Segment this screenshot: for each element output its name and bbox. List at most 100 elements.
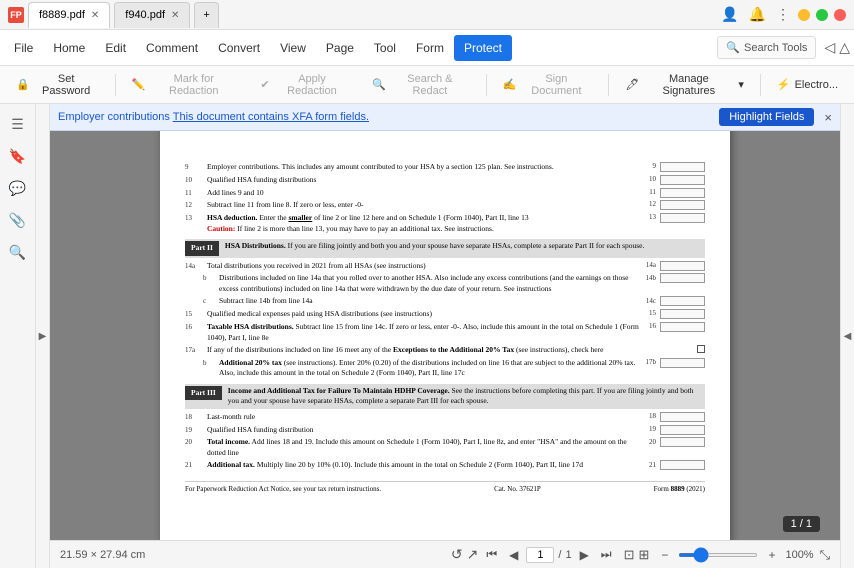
tab-f8889-close[interactable]: ✕: [91, 10, 99, 21]
sidebar-bookmarks-icon[interactable]: 🔖: [6, 144, 30, 168]
field-11: [660, 188, 705, 198]
notification-icon[interactable]: 🔔: [749, 6, 766, 23]
pdf-footer: For Paperwork Reduction Act Notice, see …: [185, 481, 705, 495]
forward-nav-icon[interactable]: △: [839, 39, 850, 56]
field-12: [660, 200, 705, 210]
menu-form[interactable]: Form: [406, 35, 454, 61]
form-number: Form 8889 (2021): [654, 485, 705, 495]
table-row: 17a If any of the distributions included…: [185, 345, 705, 356]
table-row: 12 Subtract line 11 from line 8. If zero…: [185, 200, 705, 211]
current-page-input[interactable]: [526, 547, 554, 563]
field-17b: [660, 358, 705, 368]
table-row: 11 Add lines 9 and 10 11: [185, 188, 705, 199]
field-10: [660, 175, 705, 185]
search-redact-icon: 🔍: [372, 78, 386, 91]
protect-toolbar: 🔒 Set Password ✏️ Mark for Redaction ✔ A…: [0, 66, 854, 104]
zoom-in-button[interactable]: +: [764, 546, 779, 564]
part2-header: Part II: [185, 241, 219, 256]
page-badge: 1 / 1: [783, 516, 820, 532]
profile-icon[interactable]: 👤: [721, 6, 738, 23]
table-row: 14a Total distributions you received in …: [185, 261, 705, 272]
fit-view-icon[interactable]: ⤡: [820, 547, 830, 563]
toolbar-separator-4: [760, 74, 761, 96]
prev-page-button[interactable]: ◀: [505, 546, 522, 564]
highlight-fields-button[interactable]: Highlight Fields: [719, 108, 814, 126]
close-button[interactable]: [834, 9, 846, 21]
set-password-button[interactable]: 🔒 Set Password: [8, 69, 107, 101]
tab-f940[interactable]: f940.pdf ✕: [114, 2, 190, 28]
left-collapse-arrow[interactable]: ▶: [36, 104, 50, 568]
right-collapse-arrow[interactable]: ◀: [840, 104, 854, 568]
table-row: 19 Qualified HSA funding distribution 19: [185, 425, 705, 436]
mark-icon: ✏️: [132, 78, 146, 91]
menu-file[interactable]: File: [4, 35, 43, 61]
dropdown-icon: ▾: [738, 78, 744, 91]
bottom-center: ↺ ↗ ⏮ ◀ / 1 ▶ ⏭ ⊡ ⊞: [451, 545, 650, 564]
menu-comment[interactable]: Comment: [136, 35, 208, 61]
table-row: 16 Taxable HSA distributions. Subtract l…: [185, 322, 705, 343]
manage-signatures-button[interactable]: 🖊 Manage Signatures ▾: [617, 69, 752, 101]
menu-edit[interactable]: Edit: [95, 35, 136, 61]
first-page-button[interactable]: ⏮: [482, 545, 501, 564]
mark-redaction-button[interactable]: ✏️ Mark for Redaction: [124, 69, 247, 101]
total-pages: 1: [565, 549, 571, 561]
field-14c: [660, 296, 705, 306]
menu-protect[interactable]: Protect: [454, 35, 512, 61]
app-icon: FP: [8, 7, 24, 23]
next-page-button[interactable]: ▶: [576, 546, 593, 564]
tab-f8889-label: f8889.pdf: [39, 9, 85, 21]
menu-view[interactable]: View: [270, 35, 316, 61]
table-row: 18 Last-month rule 18: [185, 412, 705, 423]
search-redact-button[interactable]: 🔍 Search & Redact: [364, 69, 477, 101]
table-row: b Distributions included on line 14a tha…: [185, 273, 705, 294]
field-14a: [660, 261, 705, 271]
menu-tool[interactable]: Tool: [364, 35, 406, 61]
menu-page[interactable]: Page: [316, 35, 364, 61]
pdf-page: 9 Employer contributions. This includes …: [160, 114, 730, 540]
sidebar: ☰ 🔖 💬 📎 🔍: [0, 104, 36, 568]
table-row: 15 Qualified medical expenses paid using…: [185, 309, 705, 320]
part3-header-row: Part III Income and Additional Tax for F…: [185, 384, 705, 409]
cursor-tool-icon[interactable]: ↺: [451, 546, 463, 563]
more-options-icon[interactable]: ⋮: [776, 6, 790, 23]
fit-page-icon[interactable]: ⊡: [624, 547, 635, 563]
zoom-slider[interactable]: [678, 553, 758, 557]
back-nav-icon[interactable]: ◁: [824, 39, 835, 56]
tab-f8889[interactable]: f8889.pdf ✕: [28, 2, 110, 28]
electronic-button[interactable]: ⚡ Electro...: [769, 74, 846, 95]
minimize-button[interactable]: [798, 9, 810, 21]
sign-document-button[interactable]: ✍ Sign Document: [495, 69, 601, 101]
sidebar-search-icon[interactable]: 🔍: [6, 240, 30, 264]
pdf-container[interactable]: Employer contributions This document con…: [50, 104, 840, 540]
maximize-button[interactable]: [816, 9, 828, 21]
fit-width-icon[interactable]: ⊞: [639, 547, 650, 563]
xfa-close-button[interactable]: ×: [824, 110, 832, 125]
toolbar-separator-1: [115, 74, 116, 96]
new-tab-btn[interactable]: +: [194, 2, 218, 28]
table-row: 21 Additional tax. Multiply line 20 by 1…: [185, 460, 705, 471]
xfa-notification-bar: Employer contributions This document con…: [50, 104, 840, 131]
bottom-bar: 21.59 × 27.94 cm ↺ ↗ ⏮ ◀ / 1 ▶ ⏭ ⊡ ⊞ − +…: [50, 540, 840, 568]
search-tools-button[interactable]: 🔍 Search Tools: [717, 36, 816, 59]
tab-f940-label: f940.pdf: [125, 9, 165, 21]
pointer-tool-icon[interactable]: ↗: [467, 546, 479, 563]
table-row: c Subtract line 14b from line 14a 14c: [185, 296, 705, 307]
window-controls: [798, 9, 846, 21]
sidebar-attachments-icon[interactable]: 📎: [6, 208, 30, 232]
toolbar-separator-3: [608, 74, 609, 96]
last-page-button[interactable]: ⏭: [597, 545, 616, 564]
tab-f940-close[interactable]: ✕: [171, 10, 179, 21]
field-9: [660, 162, 705, 172]
sidebar-panels-icon[interactable]: ☰: [6, 112, 30, 136]
xfa-link[interactable]: This document contains XFA form fields.: [173, 111, 369, 123]
apply-redaction-button[interactable]: ✔ Apply Redaction: [252, 69, 358, 101]
field-15: [660, 309, 705, 319]
menu-bar-right: 🔍 Search Tools ◁ △: [717, 36, 850, 59]
menu-convert[interactable]: Convert: [208, 35, 270, 61]
table-row: 20 Total income. Add lines 18 and 19. In…: [185, 437, 705, 458]
zoom-out-button[interactable]: −: [657, 546, 672, 564]
sidebar-comments-icon[interactable]: 💬: [6, 176, 30, 200]
page-separator: /: [558, 549, 561, 561]
checkbox-17a[interactable]: [697, 345, 705, 353]
menu-home[interactable]: Home: [43, 35, 95, 61]
